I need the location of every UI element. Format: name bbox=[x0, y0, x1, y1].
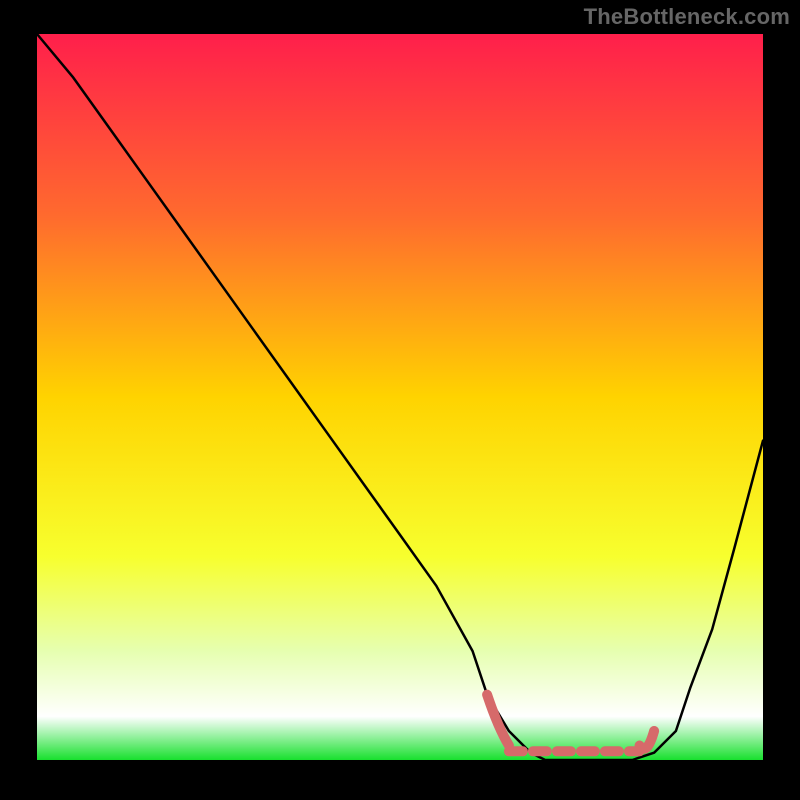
watermark-text: TheBottleneck.com bbox=[584, 4, 790, 30]
chart-canvas bbox=[0, 0, 800, 800]
plot-area bbox=[37, 34, 763, 760]
bottleneck-chart: TheBottleneck.com bbox=[0, 0, 800, 800]
